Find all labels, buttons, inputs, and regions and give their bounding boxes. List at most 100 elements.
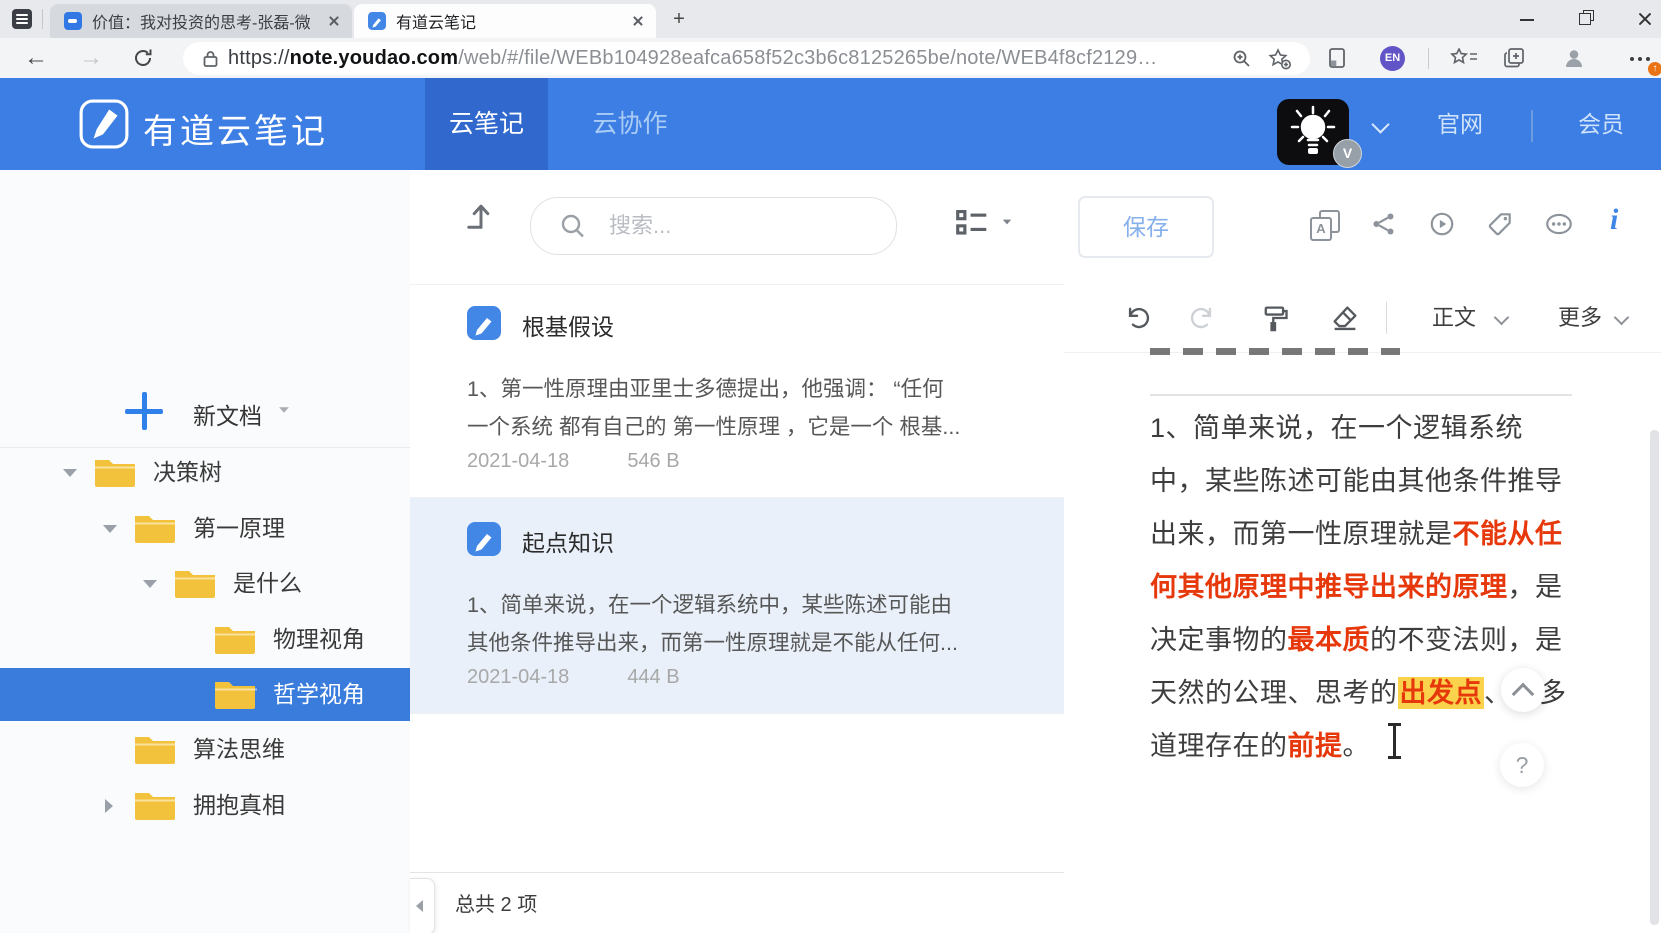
- view-switch-icon[interactable]: [952, 203, 992, 243]
- folder-icon: [133, 790, 177, 821]
- editor-panel: 保存 A i: [1064, 170, 1661, 933]
- folder-icon: [93, 457, 137, 488]
- note-icon: [467, 306, 501, 340]
- new-document-button[interactable]: 新文档: [125, 392, 295, 432]
- note-date: 2021-04-18: [467, 666, 569, 688]
- caret-down-icon[interactable]: [103, 525, 117, 533]
- format-toolbar: 正文 更多: [1064, 284, 1661, 353]
- tab-title: 价值：我对投资的思考-张磊-微…: [92, 9, 312, 33]
- horizontal-rule: [1150, 394, 1572, 396]
- tab-title: 有道云笔记: [396, 9, 476, 33]
- more-format-dropdown[interactable]: 更多: [1558, 284, 1602, 352]
- language-badge[interactable]: EN: [1380, 46, 1405, 71]
- caret-down-icon[interactable]: [63, 469, 77, 477]
- help-button[interactable]: ?: [1500, 743, 1544, 787]
- note-title: 起点知识: [522, 524, 614, 558]
- note-list-item-1[interactable]: 根基假设 1、第一性原理由亚里士多德提出，他强调： “任何 一个系统 都有自己的…: [410, 284, 1064, 497]
- content-line: 何其他原理中推导出来的原理，是: [1150, 561, 1620, 614]
- profile-icon[interactable]: [1562, 46, 1586, 70]
- note-meta: 2021-04-18444 B: [467, 666, 680, 689]
- note-content[interactable]: 1、简单来说，在一个逻辑系统 中，某些陈述可能由其他条件推导 出来，而第一性原理…: [1150, 402, 1620, 773]
- content-line: 天然的公理、思考的出发点、许多: [1150, 667, 1620, 720]
- folder-icon: [133, 734, 177, 765]
- format-painter-icon[interactable]: [1260, 303, 1290, 333]
- sidebar-folder-juecheshu[interactable]: 决策树: [0, 446, 410, 499]
- note-date: 2021-04-18: [467, 450, 569, 472]
- sidebar-folder-shishenme[interactable]: 是什么: [0, 557, 410, 610]
- info-icon[interactable]: i: [1610, 203, 1618, 237]
- search-icon: [559, 212, 587, 240]
- text-cursor: [1388, 723, 1401, 759]
- folder-icon: [173, 568, 217, 599]
- eraser-icon[interactable]: [1330, 303, 1360, 333]
- chevron-down-icon: [1614, 310, 1630, 326]
- browser-tab-2[interactable]: 有道云笔记: [354, 4, 656, 38]
- clipped-text-line: [1150, 348, 1400, 355]
- share-icon[interactable]: [1370, 210, 1398, 238]
- note-preview-line1: 1、第一性原理由亚里士多德提出，他强调： “任何: [467, 372, 997, 403]
- browser-tab-1[interactable]: 价值：我对投资的思考-张磊-微…: [50, 4, 352, 38]
- list-toolbar: [410, 170, 1064, 285]
- back-icon[interactable]: ←: [24, 44, 48, 72]
- caret-right-icon[interactable]: [105, 799, 113, 813]
- new-tab-button[interactable]: +: [668, 8, 690, 30]
- more-options-icon[interactable]: [1544, 210, 1572, 238]
- add-favorite-icon[interactable]: [1268, 48, 1292, 70]
- search-box[interactable]: [530, 197, 897, 255]
- reading-list-icon[interactable]: [1326, 47, 1348, 70]
- collections-icon[interactable]: [1502, 46, 1526, 70]
- tab-close-icon[interactable]: [632, 15, 644, 27]
- content-line: 决定事物的最本质的不变法则，是: [1150, 614, 1620, 667]
- sidebar-folder-wulishijiao[interactable]: 物理视角: [0, 613, 410, 666]
- tab-favicon: [64, 12, 82, 30]
- folder-sidebar: 新文档 决策树 第一原理 是什么 物理视角 哲学视角: [0, 170, 411, 933]
- content-line: 1、简单来说，在一个逻辑系统: [1150, 402, 1620, 455]
- new-document-label: 新文档: [193, 397, 262, 431]
- undo-icon[interactable]: [1122, 304, 1150, 332]
- vip-badge: V: [1333, 139, 1362, 168]
- chevron-down-icon: [1494, 310, 1510, 326]
- tag-icon[interactable]: [1486, 210, 1514, 238]
- history-play-icon[interactable]: [1428, 210, 1456, 238]
- editor-scrollbar[interactable]: [1650, 430, 1659, 925]
- sidebar-folder-diyiyuanli[interactable]: 第一原理: [0, 502, 410, 555]
- divider: [410, 872, 1064, 873]
- membership-link[interactable]: 会员: [1578, 78, 1624, 170]
- chevron-left-icon: [416, 900, 423, 912]
- divider: [42, 9, 43, 29]
- restore-button[interactable]: [1562, 0, 1608, 38]
- note-list-panel: 根基假设 1、第一性原理由亚里士多德提出，他强调： “任何 一个系统 都有自己的…: [410, 170, 1065, 933]
- chevron-down-icon[interactable]: [279, 407, 289, 413]
- close-button[interactable]: [1622, 0, 1661, 38]
- note-list-item-2-selected[interactable]: 起点知识 1、简单来说，在一个逻辑系统中，某些陈述可能由 其他条件推导出来，而第…: [410, 498, 1064, 713]
- back-to-top-button[interactable]: [1501, 668, 1545, 712]
- collapse-panel-handle[interactable]: [410, 878, 435, 933]
- note-title: 根基假设: [522, 308, 614, 342]
- nav-tab-notes[interactable]: 云笔记: [425, 78, 548, 170]
- content-line: 出来，而第一性原理就是不能从任: [1150, 508, 1620, 561]
- sidebar-folder-zhexueshijiao-selected[interactable]: 哲学视角: [0, 668, 410, 721]
- minimize-button[interactable]: [1504, 0, 1550, 38]
- content-line: 道理存在的前提。: [1150, 720, 1620, 773]
- update-badge: ↑: [1648, 62, 1661, 76]
- caret-down-icon[interactable]: [143, 580, 157, 588]
- tab-close-icon[interactable]: [328, 15, 340, 27]
- content-line: 中，某些陈述可能由其他条件推导: [1150, 455, 1620, 508]
- address-bar[interactable]: https://note.youdao.com/web/#/file/WEBb1…: [183, 42, 1310, 75]
- chevron-down-icon[interactable]: [1003, 220, 1011, 225]
- official-site-link[interactable]: 官网: [1437, 78, 1483, 170]
- youdao-logo-icon[interactable]: [78, 98, 130, 150]
- sidebar-folder-yongbaozhenxiang[interactable]: 拥抱真相: [0, 779, 410, 832]
- url-text[interactable]: https://note.youdao.com/web/#/file/WEBb1…: [228, 47, 1231, 70]
- browser-menu-icon[interactable]: [12, 9, 32, 29]
- folder-icon: [133, 513, 177, 544]
- refresh-icon[interactable]: [132, 47, 154, 69]
- paragraph-style-dropdown[interactable]: 正文: [1432, 284, 1476, 352]
- nav-tab-collab[interactable]: 云协作: [575, 78, 685, 170]
- save-button[interactable]: 保存: [1078, 196, 1214, 258]
- zoom-icon[interactable]: [1231, 48, 1252, 69]
- upload-icon[interactable]: [462, 196, 500, 234]
- favorites-bar-icon[interactable]: [1450, 48, 1479, 68]
- sidebar-folder-suanfasiwei[interactable]: 算法思维: [0, 723, 410, 776]
- search-input[interactable]: [607, 206, 881, 246]
